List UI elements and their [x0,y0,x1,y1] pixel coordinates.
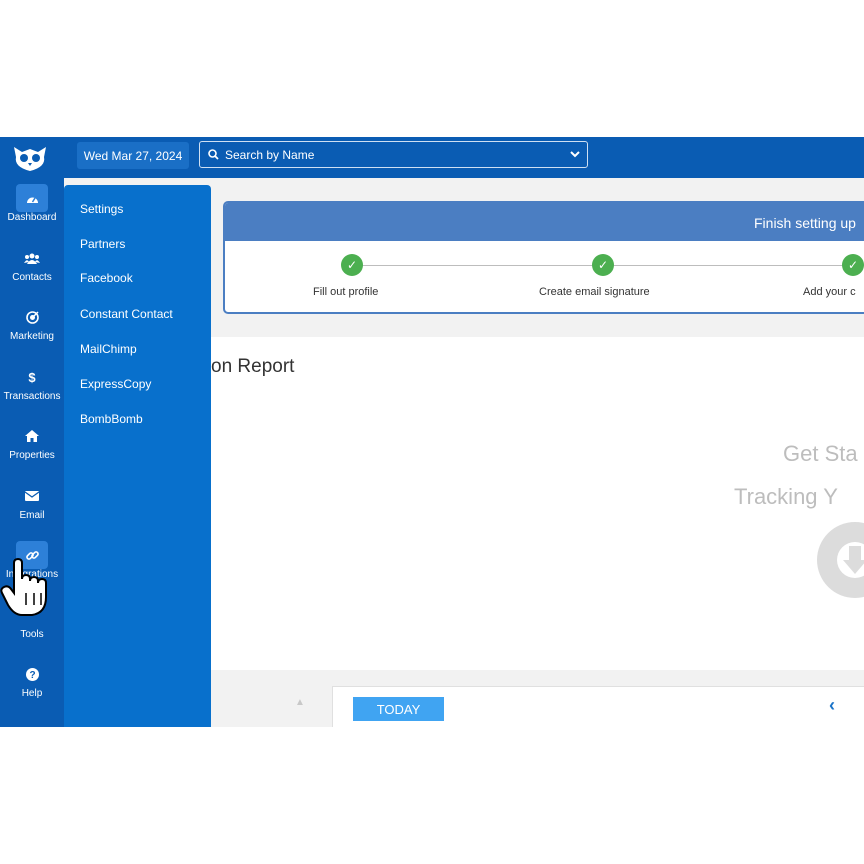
rail-item-contacts[interactable]: Contacts [0,244,64,300]
owl-logo[interactable] [0,137,60,178]
rail-label: Contacts [12,272,52,283]
submenu-item-facebook[interactable]: Facebook [80,271,133,285]
rail-label: Dashboard [7,212,57,223]
rail-item-email[interactable]: Email [0,482,64,538]
download-arrow-icon[interactable] [817,522,864,598]
rail-item-dashboard[interactable]: Dashboard [0,184,64,240]
search-icon [208,149,219,160]
rail-label: Help [21,688,43,699]
step-complete-check-icon: ✓ [592,254,614,276]
submenu-item-constant-contact[interactable]: Constant Contact [80,307,173,321]
submenu-item-bombbomb[interactable]: BombBomb [80,412,143,426]
empty-state-heading: Get Sta [783,441,858,466]
rail-label: Transactions [3,391,61,402]
today-button[interactable]: TODAY [353,697,444,721]
rail-item-marketing[interactable]: Marketing [0,303,64,359]
submenu-item-mailchimp[interactable]: MailChimp [80,342,137,356]
submenu-item-partners[interactable]: Partners [80,237,125,251]
app-window: Wed Mar 27, 2024 Search by Name Dashboar… [0,137,864,727]
icon-sidebar: Dashboard Contacts Marketing $ Transacti… [0,178,64,727]
setup-header: Finish setting up [225,203,864,241]
question-icon: ? [16,660,48,688]
dashboard-gauge-icon [16,184,48,212]
rail-label: Tools [20,629,44,640]
step-label[interactable]: Fill out profile [313,286,378,298]
step-complete-check-icon: ✓ [842,254,864,276]
submenu-item-expresscopy[interactable]: ExpressCopy [80,377,151,391]
rail-label: Marketing [10,331,54,342]
dollar-icon: $ [28,369,36,385]
home-icon [16,422,48,450]
report-panel: on Report Get Sta Tracking Y [211,337,864,670]
date-button[interactable]: Wed Mar 27, 2024 [77,142,189,169]
rail-label: Email [19,510,45,521]
users-icon [16,244,48,272]
rail-item-help[interactable]: ? Help [0,660,64,716]
integrations-submenu: Settings Partners Facebook Constant Cont… [64,185,211,727]
caret-up-icon[interactable]: ▲ [295,697,305,708]
rail-item-properties[interactable]: Properties [0,422,64,478]
setup-progress-card: Finish setting up ✓ Fill out profile ✓ C… [223,201,864,314]
top-bar: Wed Mar 27, 2024 Search by Name [0,137,864,178]
chevron-left-icon[interactable]: ‹ [829,695,835,716]
envelope-icon [16,482,48,510]
step-label[interactable]: Add your c [803,286,856,298]
search-placeholder: Search by Name [225,147,315,162]
search-input[interactable]: Search by Name [199,141,588,168]
rail-label: Properties [9,450,55,461]
marketing-target-icon [16,303,48,331]
chevron-down-icon[interactable] [569,148,581,160]
main-content: Finish setting up ✓ Fill out profile ✓ C… [211,178,864,727]
report-title: on Report [211,356,295,377]
submenu-item-settings[interactable]: Settings [80,202,123,216]
empty-state-subheading: Tracking Y [734,484,838,509]
hand-pointer-cursor-icon [0,557,48,622]
step-complete-check-icon: ✓ [341,254,363,276]
setup-title: Finish setting up [754,215,856,231]
rail-item-transactions[interactable]: $ Transactions [0,363,64,419]
step-label[interactable]: Create email signature [539,286,650,298]
svg-text:?: ? [29,670,35,681]
